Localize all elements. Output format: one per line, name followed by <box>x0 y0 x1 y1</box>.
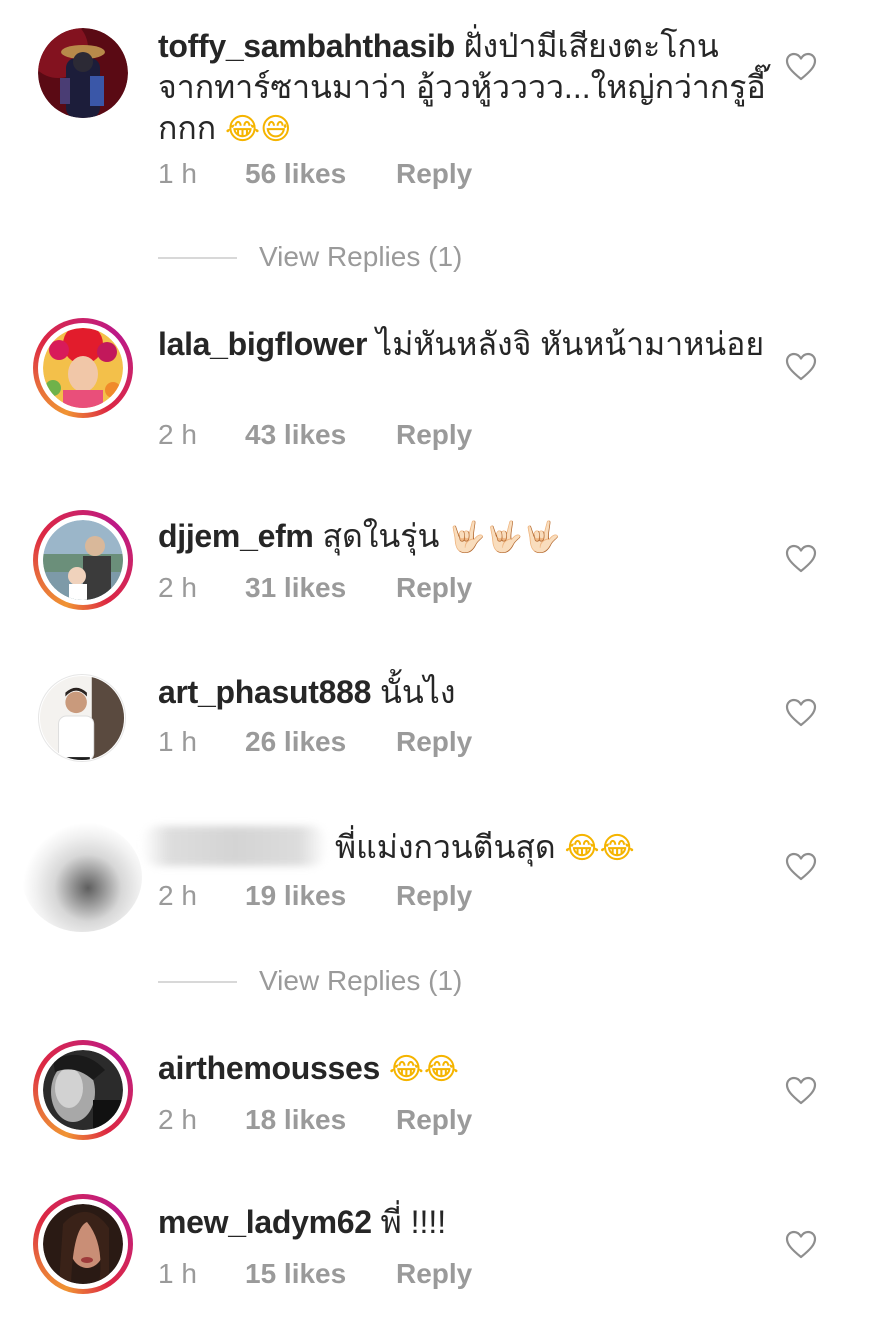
comment-username[interactable]: art_phasut888 <box>158 674 371 710</box>
comment-likes[interactable]: 19 likes <box>245 880 346 912</box>
laughing-emoji-icon: 😂😂 <box>564 831 635 866</box>
comment-likes[interactable]: 43 likes <box>245 419 346 451</box>
view-replies-label[interactable]: View Replies (1) <box>259 240 462 274</box>
heart-icon[interactable] <box>785 1230 817 1260</box>
avatar-photo <box>43 1050 123 1130</box>
comment-username[interactable]: toffy_sambahthasib <box>158 28 455 64</box>
heart-icon[interactable] <box>785 352 817 382</box>
reply-button[interactable]: Reply <box>396 1258 472 1290</box>
divider <box>158 981 237 983</box>
comment-body: พี่แม่งกวนตีนสุด <box>335 829 556 865</box>
comment-text: djjem_efm สุดในรุ่น 🤟🏻🤟🏻🤟🏻 <box>158 516 768 558</box>
comment-body: ไม่หันหลังจิ หันหน้ามาหน่อย <box>376 326 765 362</box>
blurred-username <box>142 826 327 866</box>
comment-time: 1 h <box>158 1258 197 1289</box>
comment-likes[interactable]: 56 likes <box>245 158 346 190</box>
avatar-photo <box>38 674 126 762</box>
comment-time: 1 h <box>158 726 197 757</box>
heart-icon[interactable] <box>785 1076 817 1106</box>
comment-likes[interactable]: 18 likes <box>245 1104 346 1136</box>
comment-likes[interactable]: 31 likes <box>245 572 346 604</box>
avatar-photo <box>38 28 128 118</box>
comment-likes[interactable]: 26 likes <box>245 726 346 758</box>
comment-time: 2 h <box>158 419 197 450</box>
comment-body: พี่ !!!! <box>380 1204 447 1240</box>
heart-icon[interactable] <box>785 698 817 728</box>
comment-text: art_phasut888 นั้นไง <box>158 672 768 713</box>
reply-button[interactable]: Reply <box>396 726 472 758</box>
avatar[interactable] <box>33 1194 133 1294</box>
comment-username[interactable]: airthemousses <box>158 1050 380 1086</box>
avatar-photo <box>43 328 123 408</box>
heart-icon[interactable] <box>785 52 817 82</box>
heart-icon[interactable] <box>785 544 817 574</box>
comment-username[interactable]: djjem_efm <box>158 518 314 554</box>
laughing-emoji-icon: 😂😅 <box>225 112 292 147</box>
comment-body: นั้นไง <box>379 674 456 710</box>
comment-likes[interactable]: 15 likes <box>245 1258 346 1290</box>
reply-button[interactable]: Reply <box>396 880 472 912</box>
comment-text: mew_ladym62 พี่ !!!! <box>158 1202 768 1243</box>
avatar-photo <box>43 1204 123 1284</box>
comment-time: 2 h <box>158 1104 197 1135</box>
comment-username[interactable]: lala_bigflower <box>158 326 368 362</box>
comment-text: พี่แม่งกวนตีนสุด 😂😂 <box>142 826 768 869</box>
laughing-emoji-icon: 😂😂 <box>388 1052 459 1087</box>
avatar[interactable] <box>38 674 126 762</box>
view-replies-button[interactable]: View Replies (1) <box>158 964 558 998</box>
view-replies-label[interactable]: View Replies (1) <box>259 964 462 998</box>
comment-time: 2 h <box>158 572 197 603</box>
reply-button[interactable]: Reply <box>396 1104 472 1136</box>
divider <box>158 257 237 259</box>
comment-username[interactable]: mew_ladym62 <box>158 1204 372 1240</box>
comment-time: 2 h <box>158 880 197 911</box>
heart-icon[interactable] <box>785 852 817 882</box>
rock-hand-emoji-icon: 🤟🏻🤟🏻🤟🏻 <box>448 520 561 555</box>
reply-button[interactable]: Reply <box>396 419 472 451</box>
avatar[interactable] <box>33 318 133 418</box>
avatar[interactable] <box>33 1040 133 1140</box>
comment-text: toffy_sambahthasib ฝั่งป่ามีเสียงตะโกนจา… <box>158 26 768 150</box>
reply-button[interactable]: Reply <box>396 572 472 604</box>
comment-time: 1 h <box>158 158 197 189</box>
avatar-photo <box>43 520 123 600</box>
comment-text: airthemousses 😂😂 <box>158 1048 768 1090</box>
comment-text: lala_bigflower ไม่หันหลังจิ หันหน้ามาหน่… <box>158 324 768 365</box>
avatar[interactable] <box>33 510 133 610</box>
blurred-avatar[interactable] <box>22 822 142 932</box>
view-replies-button[interactable]: View Replies (1) <box>158 240 558 274</box>
comment-body: สุดในรุ่น <box>322 518 440 554</box>
reply-button[interactable]: Reply <box>396 158 472 190</box>
avatar[interactable] <box>38 28 128 118</box>
